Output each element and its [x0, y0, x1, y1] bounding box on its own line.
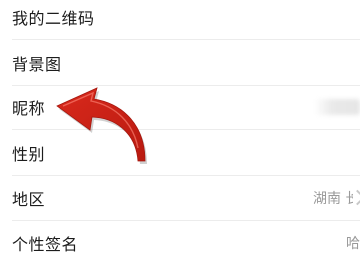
row-region[interactable]: 地区 湖南 长	[0, 175, 360, 221]
profile-settings-list: 我的二维码 背景图 昵称 性别 地区 湖南 长 个性签名 哈	[0, 0, 360, 270]
row-label: 昵称	[12, 99, 46, 118]
region-value: 湖南 长	[313, 191, 353, 207]
row-label: 我的二维码	[12, 9, 95, 28]
row-label: 地区	[12, 190, 46, 209]
row-my-qr-code[interactable]: 我的二维码	[0, 0, 360, 40]
row-signature[interactable]: 个性签名 哈	[0, 220, 360, 266]
nickname-blurred-value	[314, 99, 360, 115]
row-label: 个性签名	[12, 235, 79, 254]
chevron-right-icon	[352, 188, 360, 208]
row-label: 背景图	[12, 55, 62, 74]
row-gender[interactable]: 性别	[0, 130, 360, 176]
row-label: 性别	[12, 145, 46, 164]
row-nickname[interactable]: 昵称	[0, 84, 360, 130]
row-background-image[interactable]: 背景图	[0, 40, 360, 86]
signature-value: 哈	[346, 236, 360, 252]
